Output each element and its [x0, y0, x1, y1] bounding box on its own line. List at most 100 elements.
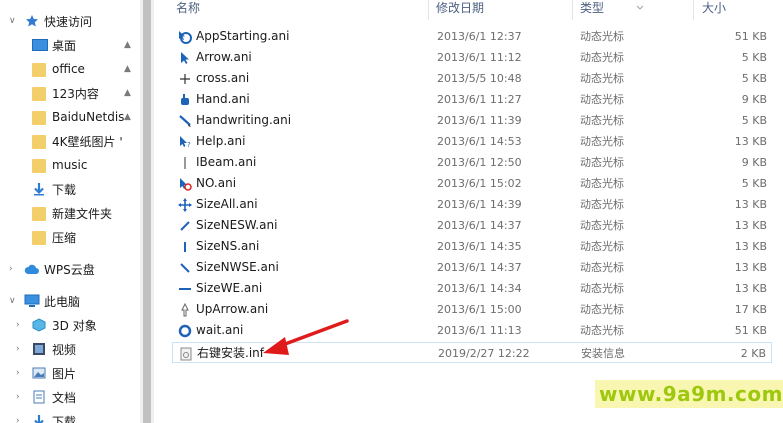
nav-item-new-folder[interactable]: 新建文件夹 — [0, 201, 140, 225]
size-ns-cursor-icon — [178, 240, 192, 254]
file-size: 5 KB — [741, 72, 767, 85]
arrow-cursor-icon — [178, 51, 192, 65]
file-size: 5 KB — [741, 177, 767, 190]
table-row[interactable]: Arrow.ani 2013/6/1 11:12 动态光标 5 KB — [172, 47, 772, 68]
chevron-right-icon[interactable]: › — [16, 368, 20, 378]
file-date: 2013/6/1 14:37 — [437, 261, 522, 274]
file-type: 动态光标 — [580, 135, 624, 148]
file-name: IBeam.ani — [196, 155, 257, 169]
file-name: Handwriting.ani — [196, 113, 292, 127]
table-row[interactable]: Handwriting.ani 2013/6/1 11:39 动态光标 5 KB — [172, 110, 772, 131]
file-type: 动态光标 — [580, 156, 624, 169]
document-icon — [32, 390, 46, 404]
nav-item-pc-downloads[interactable]: › 下载 — [0, 409, 140, 423]
navigation-pane: ∨ 快速访问 桌面 ▲ office ▲ 123内容 ▲ BaiduNetdis… — [0, 0, 140, 423]
file-type: 动态光标 — [580, 261, 624, 274]
computer-icon — [24, 294, 40, 308]
nav-label: 新建文件夹 — [52, 206, 113, 221]
nav-label: music — [52, 158, 88, 172]
column-divider[interactable] — [428, 0, 429, 20]
nav-item-desktop[interactable]: 桌面 ▲ — [0, 33, 140, 57]
table-row[interactable]: cross.ani 2013/5/5 10:48 动态光标 5 KB — [172, 68, 772, 89]
chevron-right-icon[interactable]: › — [16, 344, 20, 354]
nav-item-123[interactable]: 123内容 ▲ — [0, 81, 140, 105]
table-row[interactable]: SizeAll.ani 2013/6/1 14:39 动态光标 13 KB — [172, 194, 772, 215]
column-header: 名称 修改日期 类型 大小 — [170, 0, 783, 20]
watermark-text: www.9a9m.com — [599, 382, 783, 406]
nav-scrollbar[interactable] — [140, 0, 154, 423]
table-row[interactable]: Hand.ani 2013/6/1 11:27 动态光标 9 KB — [172, 89, 772, 110]
table-row[interactable]: SizeWE.ani 2013/6/1 14:34 动态光标 13 KB — [172, 278, 772, 299]
nav-item-music[interactable]: music — [0, 153, 140, 177]
size-nesw-cursor-icon — [178, 219, 192, 233]
column-size[interactable]: 大小 — [702, 0, 726, 20]
table-row[interactable]: SizeNWSE.ani 2013/6/1 14:37 动态光标 13 KB — [172, 257, 772, 278]
file-size: 13 KB — [734, 282, 767, 295]
file-size: 2 KB — [740, 347, 766, 360]
column-date[interactable]: 修改日期 — [436, 0, 484, 20]
file-date: 2013/6/1 12:37 — [437, 30, 522, 43]
cloud-icon — [24, 262, 39, 276]
file-date: 2013/6/1 11:12 — [437, 51, 522, 64]
size-nwse-cursor-icon — [178, 261, 192, 275]
nav-label: 此电脑 — [44, 294, 81, 309]
file-type: 动态光标 — [580, 198, 624, 211]
chevron-right-icon[interactable]: › — [16, 416, 20, 423]
file-date: 2013/6/1 14:37 — [437, 219, 522, 232]
nav-item-videos[interactable]: › 视频 — [0, 337, 140, 361]
nav-item-4k-wallpaper[interactable]: 4K壁纸图片 ' — [0, 129, 140, 153]
desktop-icon — [32, 39, 48, 53]
chevron-down-icon[interactable]: ∨ — [9, 16, 16, 26]
nav-label: 3D 对象 — [52, 318, 97, 333]
nav-item-documents[interactable]: › 文档 — [0, 385, 140, 409]
nav-item-downloads[interactable]: 下载 — [0, 177, 140, 201]
handwriting-cursor-icon — [178, 114, 192, 128]
chevron-right-icon[interactable]: › — [16, 320, 20, 330]
folder-icon — [32, 135, 46, 149]
size-we-cursor-icon — [178, 282, 192, 296]
nav-wps-cloud[interactable]: › WPS云盘 — [0, 257, 140, 281]
table-row[interactable]: AppStarting.ani 2013/6/1 12:37 动态光标 51 K… — [172, 26, 772, 47]
chevron-right-icon[interactable]: › — [16, 392, 20, 402]
file-size: 17 KB — [734, 303, 767, 316]
nav-label: 压缩 — [52, 230, 77, 245]
nav-this-pc[interactable]: ∨ 此电脑 — [0, 289, 140, 313]
nav-item-baidunetdisk[interactable]: BaiduNetdis ▲ — [0, 105, 140, 129]
table-row[interactable]: NO.ani 2013/6/1 15:02 动态光标 5 KB — [172, 173, 772, 194]
pin-icon: ▲ — [124, 64, 131, 74]
nav-label: 桌面 — [52, 38, 77, 53]
chevron-down-icon[interactable]: ∨ — [9, 296, 16, 306]
table-row[interactable]: IBeam.ani 2013/6/1 12:50 动态光标 9 KB — [172, 152, 772, 173]
nav-item-compress[interactable]: 压缩 — [0, 225, 140, 249]
nav-quick-access[interactable]: ∨ 快速访问 — [0, 9, 140, 33]
nav-label: 下载 — [52, 414, 77, 423]
file-type: 动态光标 — [580, 114, 624, 127]
column-divider[interactable] — [693, 0, 694, 20]
file-date: 2013/6/1 14:34 — [437, 282, 522, 295]
scrollbar-thumb[interactable] — [143, 0, 151, 423]
file-type: 动态光标 — [580, 72, 624, 85]
file-name: Help.ani — [196, 134, 246, 148]
up-arrow-cursor-icon — [178, 302, 192, 317]
nav-item-3d-objects[interactable]: › 3D 对象 — [0, 313, 140, 337]
column-type[interactable]: 类型 — [580, 0, 604, 20]
file-type: 动态光标 — [580, 240, 624, 253]
file-size: 13 KB — [734, 240, 767, 253]
file-name: NO.ani — [196, 176, 237, 190]
red-arrow-annotation — [263, 319, 349, 355]
column-name[interactable]: 名称 — [176, 0, 200, 20]
file-size: 13 KB — [734, 135, 767, 148]
nav-item-pictures[interactable]: › 图片 — [0, 361, 140, 385]
file-date: 2013/5/5 10:48 — [437, 72, 522, 85]
file-date: 2013/6/1 12:50 — [437, 156, 522, 169]
table-row[interactable]: SizeNESW.ani 2013/6/1 14:37 动态光标 13 KB — [172, 215, 772, 236]
table-row[interactable]: ? Help.ani 2013/6/1 14:53 动态光标 13 KB — [172, 131, 772, 152]
file-size: 13 KB — [734, 261, 767, 274]
chevron-right-icon[interactable]: › — [9, 264, 13, 274]
watermark: www.9a9m.com — [595, 380, 783, 408]
column-divider[interactable] — [572, 0, 573, 20]
nav-label: office — [52, 62, 85, 76]
file-name: 右键安装.inf — [197, 346, 264, 360]
table-row[interactable]: SizeNS.ani 2013/6/1 14:35 动态光标 13 KB — [172, 236, 772, 257]
nav-item-office[interactable]: office ▲ — [0, 57, 140, 81]
